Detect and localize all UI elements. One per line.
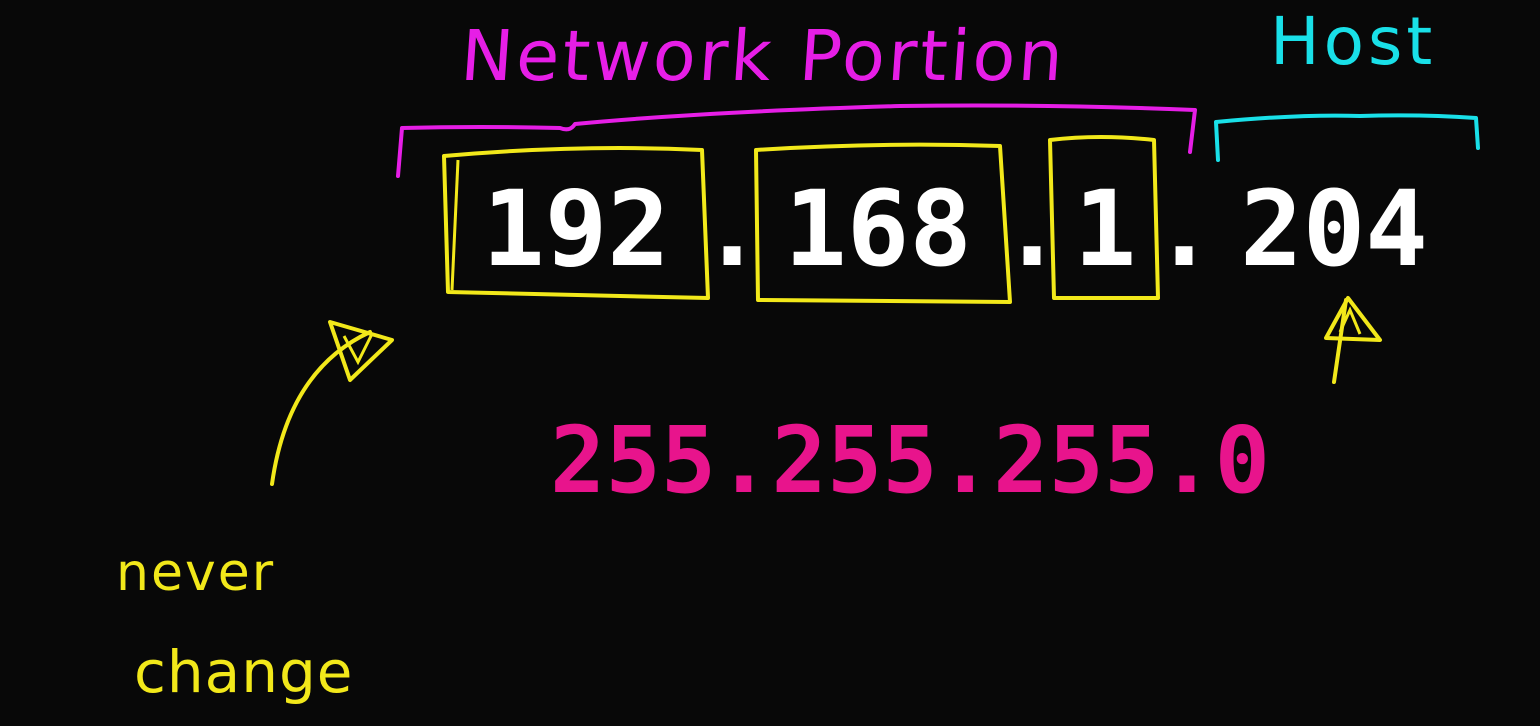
ip-separator-2: . (1001, 168, 1064, 290)
ip-octet-4: 204 (1240, 168, 1428, 290)
ip-separator-1: . (701, 168, 764, 290)
never-note: never (116, 543, 275, 603)
host-label: Host (1270, 3, 1436, 80)
octet-box-1-stroke (450, 159, 460, 291)
ip-separator-3: . (1153, 168, 1216, 290)
change-note: change (134, 638, 353, 706)
whiteboard-canvas: Network Portion Host 192 . 168 . 1 . 204… (0, 0, 1540, 726)
network-portion-label: Network Portion (458, 15, 1069, 97)
never-change-arrow-head (328, 320, 394, 382)
subnet-mask: 255.255.255.0 (550, 407, 1270, 514)
ip-octet-2: 168 (784, 168, 972, 290)
ip-octet-3: 1 (1074, 168, 1137, 290)
ip-diagram: Network Portion Host 192 . 168 . 1 . 204… (116, 3, 1480, 706)
network-bracket (396, 103, 1197, 178)
ip-octet-1: 192 (482, 168, 670, 290)
host-bracket (1214, 113, 1480, 162)
